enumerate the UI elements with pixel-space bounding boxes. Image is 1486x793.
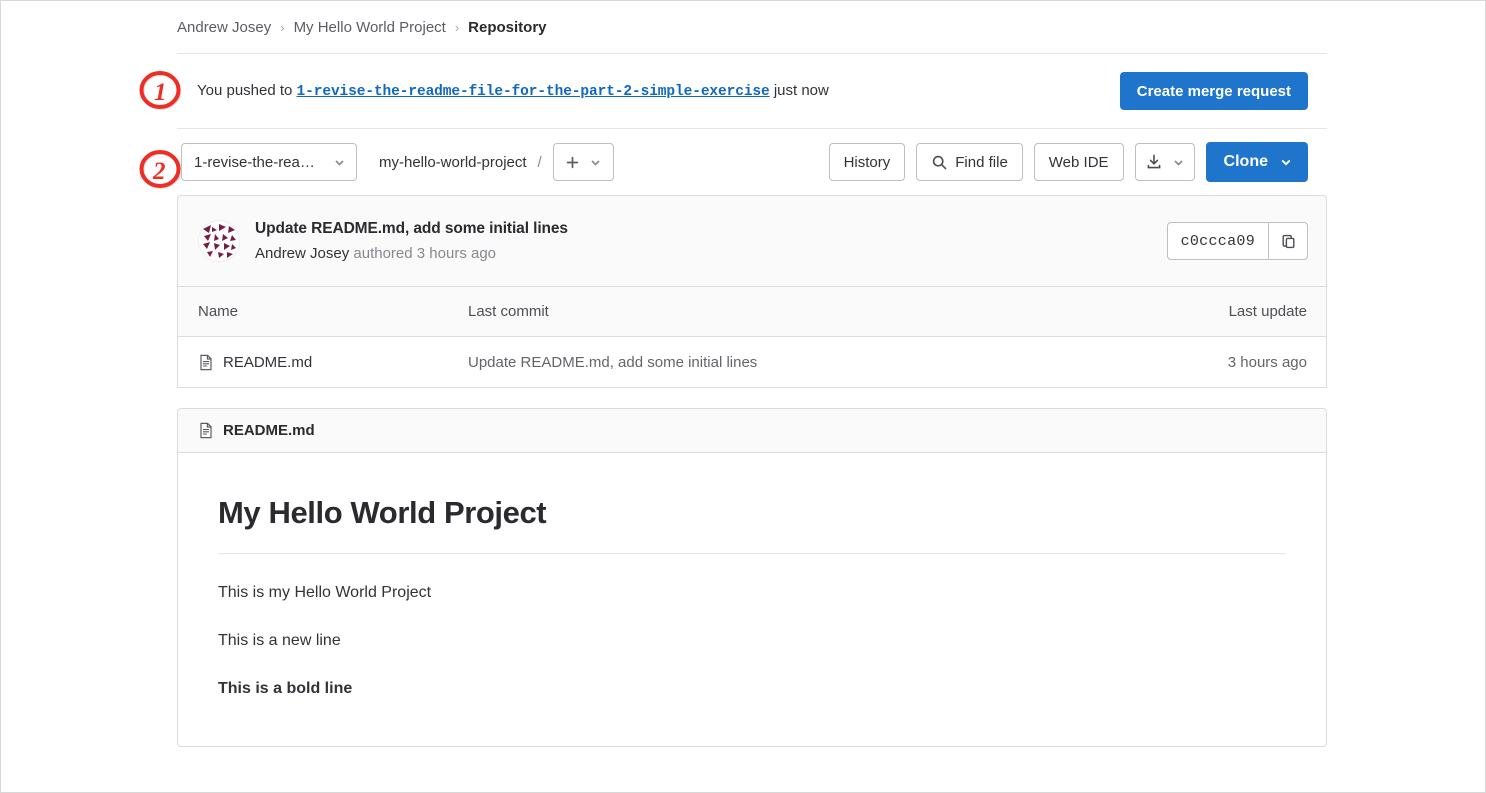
plus-icon	[566, 156, 578, 168]
search-icon	[933, 155, 947, 169]
readme-line: This is a new line	[218, 632, 341, 649]
file-name-label: README.md	[223, 353, 313, 371]
breadcrumb: Andrew Josey › My Hello World Project › …	[177, 1, 1327, 53]
repository-path[interactable]: my-hello-world-project	[379, 154, 527, 171]
file-last-commit-cell[interactable]: Update README.md, add some initial lines	[468, 354, 1137, 371]
chevron-down-icon	[1281, 159, 1291, 166]
commit-subtitle: Andrew Josey authored 3 hours ago	[255, 245, 568, 262]
commit-authored-text: authored	[353, 245, 413, 262]
download-source-button[interactable]	[1134, 143, 1195, 181]
pushed-branch-link[interactable]: 1-revise-the-readme-file-for-the-part-2-…	[297, 84, 770, 100]
readme-heading: My Hello World Project	[218, 495, 1286, 554]
breadcrumb-current-section: Repository	[468, 18, 547, 36]
chevron-down-icon	[591, 159, 600, 166]
file-last-update-cell: 3 hours ago	[1227, 353, 1307, 371]
file-icon	[200, 422, 212, 439]
readme-line: This is my Hello World Project	[218, 584, 432, 601]
readme-line: This is a bold line	[218, 680, 353, 697]
add-to-repository-button[interactable]	[552, 143, 614, 181]
commit-sha-group: c0ccca09	[1166, 222, 1308, 260]
repository-toolbar: 1-revise-the-rea… my-hello-world-project…	[177, 129, 1327, 195]
download-icon	[1147, 154, 1160, 169]
push-suffix-text: just now	[773, 82, 829, 99]
readme-panel: README.md My Hello World Project This is…	[177, 408, 1327, 747]
column-header-last-update: Last update	[1228, 303, 1307, 320]
breadcrumb-owner[interactable]: Andrew Josey	[177, 19, 271, 36]
column-header-last-commit: Last commit	[468, 303, 549, 320]
toolbar-right-group: History Find file Web IDE Clone	[828, 142, 1327, 182]
history-button[interactable]: History	[828, 143, 906, 181]
chevron-down-icon	[1173, 159, 1183, 166]
chevron-down-icon	[335, 159, 344, 166]
breadcrumb-separator-icon: ›	[454, 19, 460, 35]
repository-page: Andrew Josey › My Hello World Project › …	[177, 1, 1327, 747]
commit-time-ago: 3 hours ago	[416, 245, 497, 262]
file-name-cell[interactable]: README.md	[198, 354, 468, 371]
push-prefix-text: You pushed to	[197, 82, 293, 99]
identicon-image	[199, 221, 239, 261]
find-file-button[interactable]: Find file	[916, 143, 1023, 181]
readme-filename[interactable]: README.md	[223, 422, 315, 439]
web-ide-button[interactable]: Web IDE	[1033, 143, 1124, 181]
copy-sha-button[interactable]	[1268, 222, 1308, 260]
find-file-label: Find file	[955, 153, 1008, 171]
readme-panel-header: README.md	[178, 409, 1326, 453]
branch-selector-dropdown[interactable]: 1-revise-the-rea…	[181, 143, 357, 181]
file-table-header: Name Last commit Last update	[178, 287, 1326, 337]
clipboard-icon	[1282, 234, 1295, 248]
annotation-number: 1	[154, 79, 167, 106]
commit-sha[interactable]: c0ccca09	[1166, 222, 1268, 260]
column-header-name: Name	[198, 303, 239, 320]
table-row[interactable]: README.md Update README.md, add some ini…	[178, 337, 1326, 387]
toolbar-left-group: 1-revise-the-rea… my-hello-world-project…	[181, 143, 614, 181]
branch-selector-value: 1-revise-the-rea…	[194, 153, 315, 171]
commit-meta: Update README.md, add some initial lines…	[255, 220, 568, 262]
file-list-table: Name Last commit Last update README.md U…	[177, 287, 1327, 388]
readme-content: My Hello World Project This is my Hello …	[178, 453, 1326, 746]
breadcrumb-separator-icon: ›	[280, 19, 285, 35]
clone-button[interactable]: Clone	[1205, 142, 1308, 182]
file-icon	[200, 354, 212, 370]
clone-label: Clone	[1223, 153, 1268, 170]
commit-title[interactable]: Update README.md, add some initial lines	[255, 220, 568, 238]
last-commit-panel: Update README.md, add some initial lines…	[177, 195, 1327, 287]
screenshot-frame: Andrew Josey › My Hello World Project › …	[0, 0, 1486, 793]
path-separator: /	[537, 153, 542, 171]
create-merge-request-button[interactable]: Create merge request	[1119, 72, 1308, 110]
commit-author[interactable]: Andrew Josey	[255, 245, 349, 262]
push-message: You pushed to 1-revise-the-readme-file-f…	[197, 82, 829, 100]
breadcrumb-project[interactable]: My Hello World Project	[294, 19, 446, 36]
avatar	[198, 220, 240, 262]
annotation-number: 2	[153, 158, 166, 185]
push-notification-banner: You pushed to 1-revise-the-readme-file-f…	[177, 54, 1327, 128]
